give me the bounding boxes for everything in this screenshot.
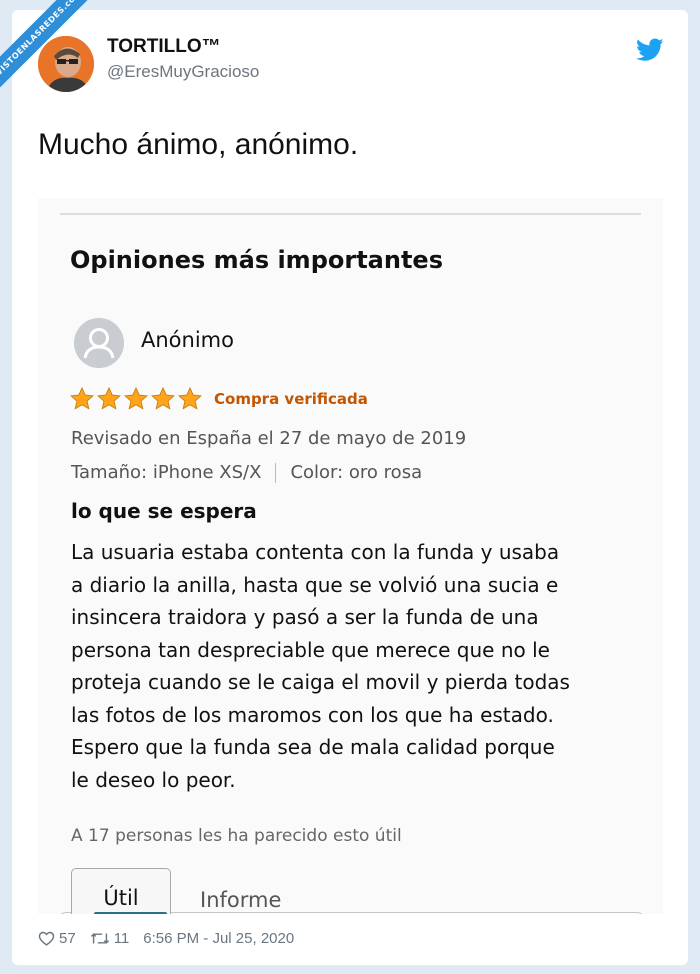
review-body: La usuaria estaba contenta con la funda …: [71, 536, 646, 796]
review-body-line: proteja cuando se le caiga el movil y pi…: [71, 670, 570, 694]
review-body-line: insincera traidora y pasó a ser la funda…: [71, 605, 539, 629]
review-body-line: las fotos de los maromos con los que ha …: [71, 702, 554, 727]
tweet-timestamp[interactable]: 6:56 PM - Jul 25, 2020: [143, 930, 294, 947]
helpful-button-underline: [94, 912, 167, 914]
retweet-count: 11: [113, 930, 130, 947]
divider: [60, 213, 641, 215]
heart-icon: [38, 931, 55, 946]
author-display-name[interactable]: TORTILLO™: [107, 36, 221, 58]
variant-size[interactable]: Tamaño: iPhone XS/X: [71, 462, 261, 483]
star-icon: [151, 386, 175, 410]
twitter-bird-icon[interactable]: [636, 38, 664, 62]
helpful-count: A 17 personas les ha parecido esto útil: [71, 826, 402, 846]
tweet-text: Mucho ánimo, anónimo.: [38, 128, 359, 161]
review-body-line: Espero que la funda sea de mala calidad …: [71, 735, 555, 759]
retweet-icon: [90, 933, 109, 944]
review-body-line: La usuaria estaba contenta con la funda …: [71, 540, 560, 564]
review-date: Revisado en España el 27 de mayo de 2019: [71, 428, 467, 449]
review-body-line: le deseo lo peor.: [71, 767, 236, 792]
star-rating: [69, 386, 203, 412]
like-button[interactable]: 57: [38, 930, 76, 947]
star-icon: [178, 386, 202, 410]
star-icon: [70, 386, 94, 410]
variant-color[interactable]: Color: oro rosa: [290, 462, 422, 483]
reviewer-name[interactable]: Anónimo: [141, 328, 234, 352]
review-body-line: persona tan despreciable que merece que …: [71, 637, 550, 662]
verified-purchase-badge: Compra verificada: [214, 390, 368, 408]
like-count: 57: [59, 930, 76, 947]
reviewer-avatar-icon: [74, 318, 124, 368]
tweet-card: TORTILLO™ @EresMuyGracioso Mucho ánimo, …: [12, 10, 688, 965]
product-variant: Tamaño: iPhone XS/X Color: oro rosa: [71, 462, 422, 483]
review-title: lo que se espera: [71, 499, 257, 523]
review-body-line: a diario la anilla, hasta que se volvió …: [71, 572, 559, 597]
report-link[interactable]: Informe: [200, 888, 281, 912]
tweet-footer: 57 11 6:56 PM - Jul 25, 2020: [38, 930, 308, 947]
author-handle[interactable]: @EresMuyGracioso: [107, 62, 259, 82]
divider: [275, 462, 277, 483]
helpful-button[interactable]: Útil: [71, 868, 171, 914]
star-icon: [124, 386, 148, 410]
retweet-button[interactable]: 11: [90, 930, 130, 947]
author-avatar[interactable]: [38, 36, 94, 92]
section-title: Opiniones más importantes: [70, 246, 443, 274]
star-icon: [97, 386, 121, 410]
embedded-screenshot: Opiniones más importantes Anónimo Compra…: [38, 198, 663, 914]
